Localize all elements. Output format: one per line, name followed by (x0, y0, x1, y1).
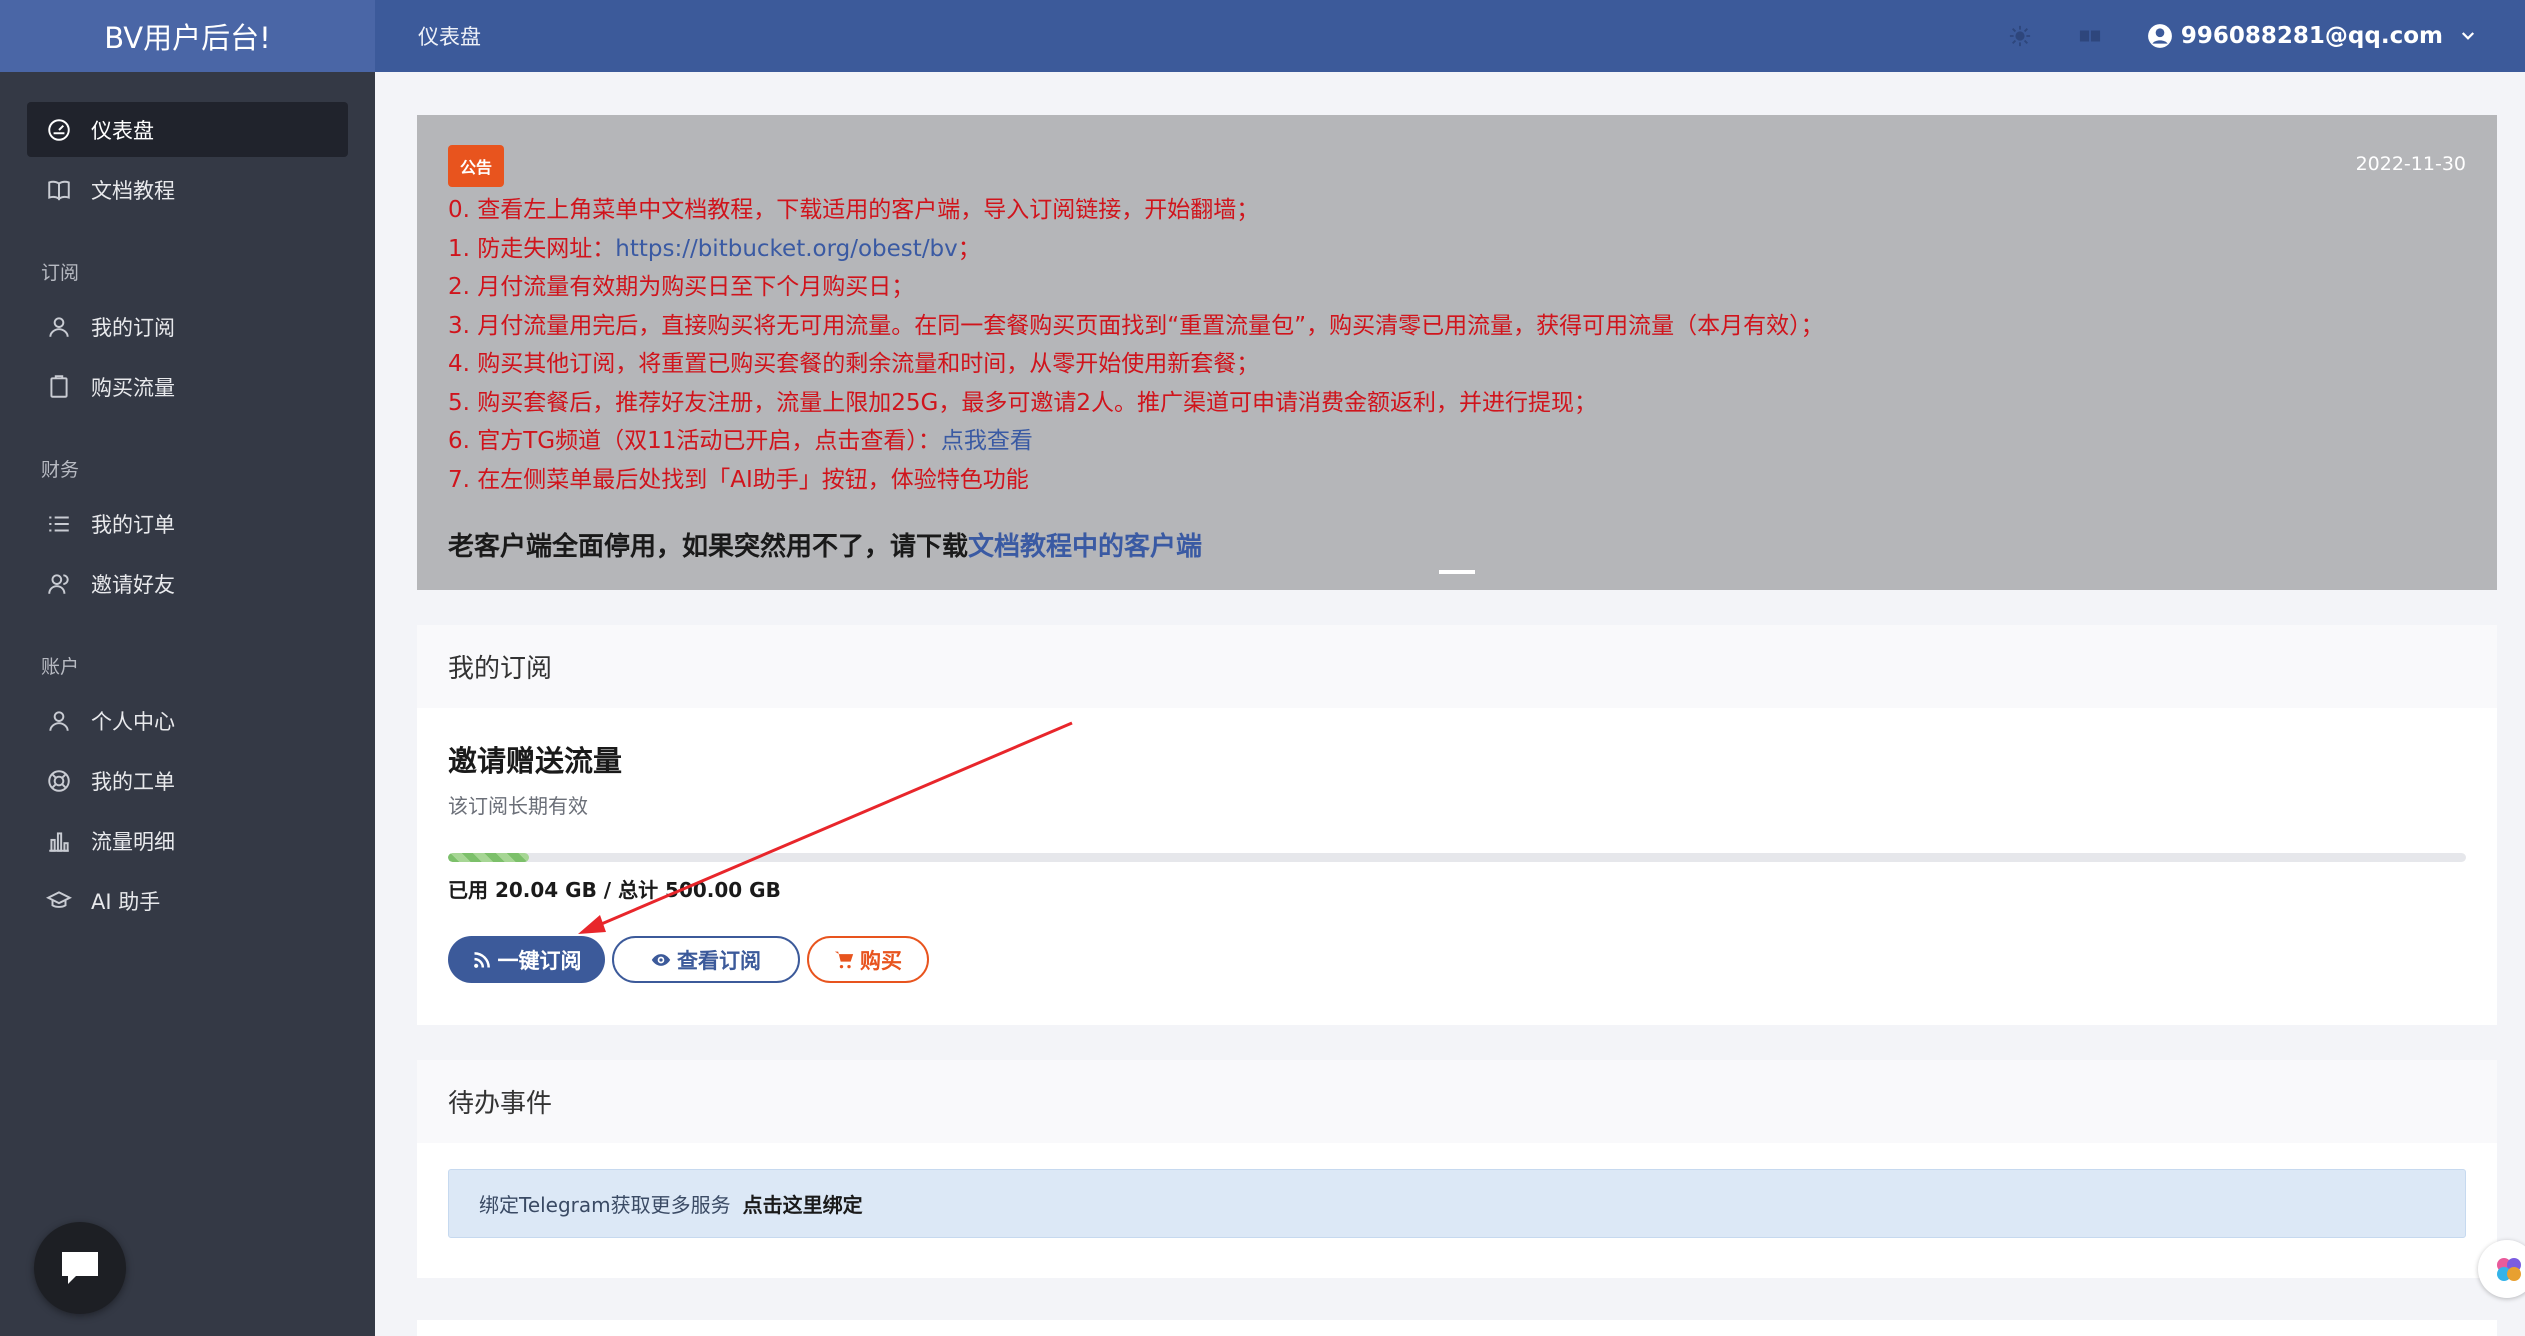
sidebar-item-my-orders[interactable]: 我的订单 (27, 496, 348, 551)
sidebar-item-label: AI 助手 (91, 889, 161, 914)
announcement-line-5: 5. 购买套餐后，推荐好友注册，流量上限加25G，最多可邀请2人。推广渠道可申请… (448, 389, 1597, 416)
user-menu[interactable]: 996088281@qq.com (2147, 23, 2477, 49)
sidebar-item-buy-traffic[interactable]: 购买流量 (27, 359, 348, 414)
sidebar-section-finance: 财务 (41, 459, 80, 481)
todo-card: 待办事件 绑定Telegram获取更多服务 点击这里绑定 (417, 1060, 2497, 1278)
lifebuoy-icon (45, 767, 73, 795)
book-icon (45, 176, 73, 204)
buy-label: 购买 (860, 948, 902, 973)
subscription-actions: 一键订阅 查看订阅 购买 (448, 936, 2466, 1025)
shopping-cart-icon (834, 951, 854, 968)
bar-chart-icon (45, 827, 73, 855)
sidebar-item-ai-assistant[interactable]: AI 助手 (27, 873, 348, 928)
chat-icon (62, 1252, 98, 1284)
sidebar-item-docs[interactable]: 文档教程 (27, 162, 348, 217)
buy-button[interactable]: 购买 (807, 936, 929, 983)
usage-text: 已用 20.04 GB / 总计 500.00 GB (448, 878, 781, 902)
announcement-line-2: 2. 月付流量有效期为购买日至下个月购买日； (448, 274, 915, 300)
announcement-date: 2022-11-30 (2355, 153, 2466, 175)
telegram-bind-text: 绑定Telegram获取更多服务 (479, 1193, 731, 1217)
subscription-card-body: 邀请赠送流量 该订阅长期有效 已用 20.04 GB / 总计 500.00 G… (417, 708, 2497, 1025)
announcement-line-6-prefix: 6. 官方TG频道（双11活动已开启，点击查看）： (448, 428, 941, 454)
sidebar-item-label: 邀请好友 (91, 572, 175, 597)
sidebar-item-profile[interactable]: 个人中心 (27, 693, 348, 748)
sidebar-item-dashboard[interactable]: 仪表盘 (27, 102, 348, 157)
sidebar-section-subscription: 订阅 (41, 262, 80, 284)
users-icon (45, 570, 73, 598)
sidebar-item-label: 仪表盘 (91, 118, 154, 143)
docs-client-link[interactable]: 文档教程中的客户端 (968, 532, 1202, 562)
header-actions: 996088281@qq.com (2007, 23, 2477, 49)
sidebar-item-my-subscription[interactable]: 我的订阅 (27, 299, 348, 354)
telegram-bind-alert: 绑定Telegram获取更多服务 点击这里绑定 (448, 1169, 2466, 1238)
plan-name: 邀请赠送流量 (448, 744, 623, 778)
announcement-carousel: 公告 2022-11-30 0. 查看左上角菜单中文档教程，下载适用的客户端，导… (417, 115, 2497, 590)
brand-title[interactable]: BV用户后台! (0, 0, 375, 72)
sidebar-item-label: 个人中心 (91, 709, 175, 734)
language-icon[interactable] (2077, 23, 2103, 49)
announcement-lines: 0. 查看左上角菜单中文档教程，下载适用的客户端，导入订阅链接，开始翻墙； 1.… (448, 191, 2466, 499)
announcement-line-0: 0. 查看左上角菜单中文档教程，下载适用的客户端，导入订阅链接，开始翻墙； (448, 197, 1260, 223)
sidebar-item-label: 文档教程 (91, 178, 175, 203)
carousel-indicator[interactable] (1439, 570, 1475, 574)
announcement-badge: 公告 (448, 145, 505, 187)
sidebar-item-label: 我的订单 (91, 512, 175, 537)
telegram-bind-link[interactable]: 点击这里绑定 (743, 1189, 863, 1218)
user-circle-icon (2147, 24, 2172, 48)
eye-icon (651, 953, 671, 966)
rss-icon (473, 951, 490, 968)
list-icon (45, 510, 73, 538)
sidebar-item-label: 流量明细 (91, 829, 175, 854)
usage-progress-fill (448, 853, 529, 862)
main-content: 公告 2022-11-30 0. 查看左上角菜单中文档教程，下载适用的客户端，导… (417, 115, 2497, 1336)
tg-channel-link[interactable]: 点我查看 (941, 428, 1033, 454)
sidebar-item-label: 我的工单 (91, 769, 175, 794)
announcement-line-1-prefix: 1. 防走失网址： (448, 235, 616, 262)
dashboard-icon (45, 116, 73, 144)
theme-toggle-icon[interactable] (2007, 23, 2033, 49)
user-icon (45, 313, 73, 341)
top-header: 仪表盘 996088281@qq.com (375, 0, 2525, 72)
graduation-cap-icon (45, 887, 73, 915)
user-email: 996088281@qq.com (2180, 23, 2443, 49)
plan-description: 该订阅长期有效 (448, 794, 588, 818)
view-subscription-button[interactable]: 查看订阅 (612, 936, 800, 983)
sidebar-item-traffic-details[interactable]: 流量明细 (27, 813, 348, 868)
brain-icon (2497, 1258, 2521, 1281)
todo-card-title: 待办事件 (417, 1060, 2497, 1143)
announcement-line-7: 7. 在左侧菜单最后处找到「AI助手」按钮，体验特色功能 (448, 466, 1029, 493)
sidebar-item-label: 购买流量 (91, 375, 175, 400)
sidebar: BV用户后台! 仪表盘 文档教程 订阅 我的订阅 购买流量 财务 我的订单 邀请… (0, 0, 375, 1336)
backup-url-link[interactable]: https://bitbucket.org/obest/bv (615, 236, 958, 262)
view-subscription-label: 查看订阅 (677, 948, 761, 973)
sidebar-section-account: 账户 (41, 656, 80, 678)
chat-bubble-button[interactable] (34, 1222, 126, 1314)
page-title: 仪表盘 (418, 25, 481, 49)
announcement-bold-line: 老客户端全面停用，如果突然用不了，请下载文档教程中的客户端 (448, 526, 2466, 563)
sidebar-item-tickets[interactable]: 我的工单 (27, 753, 348, 808)
announcement-bold-text: 老客户端全面停用，如果突然用不了，请下载 (448, 532, 969, 562)
todo-card-body: 绑定Telegram获取更多服务 点击这里绑定 (417, 1143, 2497, 1278)
chevron-down-icon (2461, 32, 2475, 40)
subscription-card-title: 我的订阅 (417, 625, 2497, 708)
clipboard-icon (45, 373, 73, 401)
sidebar-item-invite[interactable]: 邀请好友 (27, 556, 348, 611)
next-card (417, 1320, 2497, 1336)
announcement-line-4: 4. 购买其他订阅，将重置已购买套餐的剩余流量和时间，从零开始使用新套餐； (448, 351, 1260, 377)
subscription-card: 我的订阅 邀请赠送流量 该订阅长期有效 已用 20.04 GB / 总计 500… (417, 625, 2497, 1025)
one-click-subscribe-label: 一键订阅 (497, 948, 582, 973)
one-click-subscribe-button[interactable]: 一键订阅 (448, 936, 605, 983)
user-icon (45, 707, 73, 735)
usage-progress-bar (448, 853, 2466, 862)
announcement-line-3: 3. 月付流量用完后，直接购买将无可用流量。在同一套餐购买页面找到“重置流量包”… (448, 312, 1824, 339)
announcement-line-1: 1. 防走失网址：https://bitbucket.org/obest/bv； (448, 230, 2466, 269)
announcement-line-6: 6. 官方TG频道（双11活动已开启，点击查看）：点我查看 (448, 422, 2466, 461)
sidebar-item-label: 我的订阅 (91, 315, 175, 340)
announcement-line-1-suffix: ； (957, 235, 981, 262)
sidebar-nav: 仪表盘 文档教程 订阅 我的订阅 购买流量 财务 我的订单 邀请好友 账户 个人… (0, 72, 375, 928)
